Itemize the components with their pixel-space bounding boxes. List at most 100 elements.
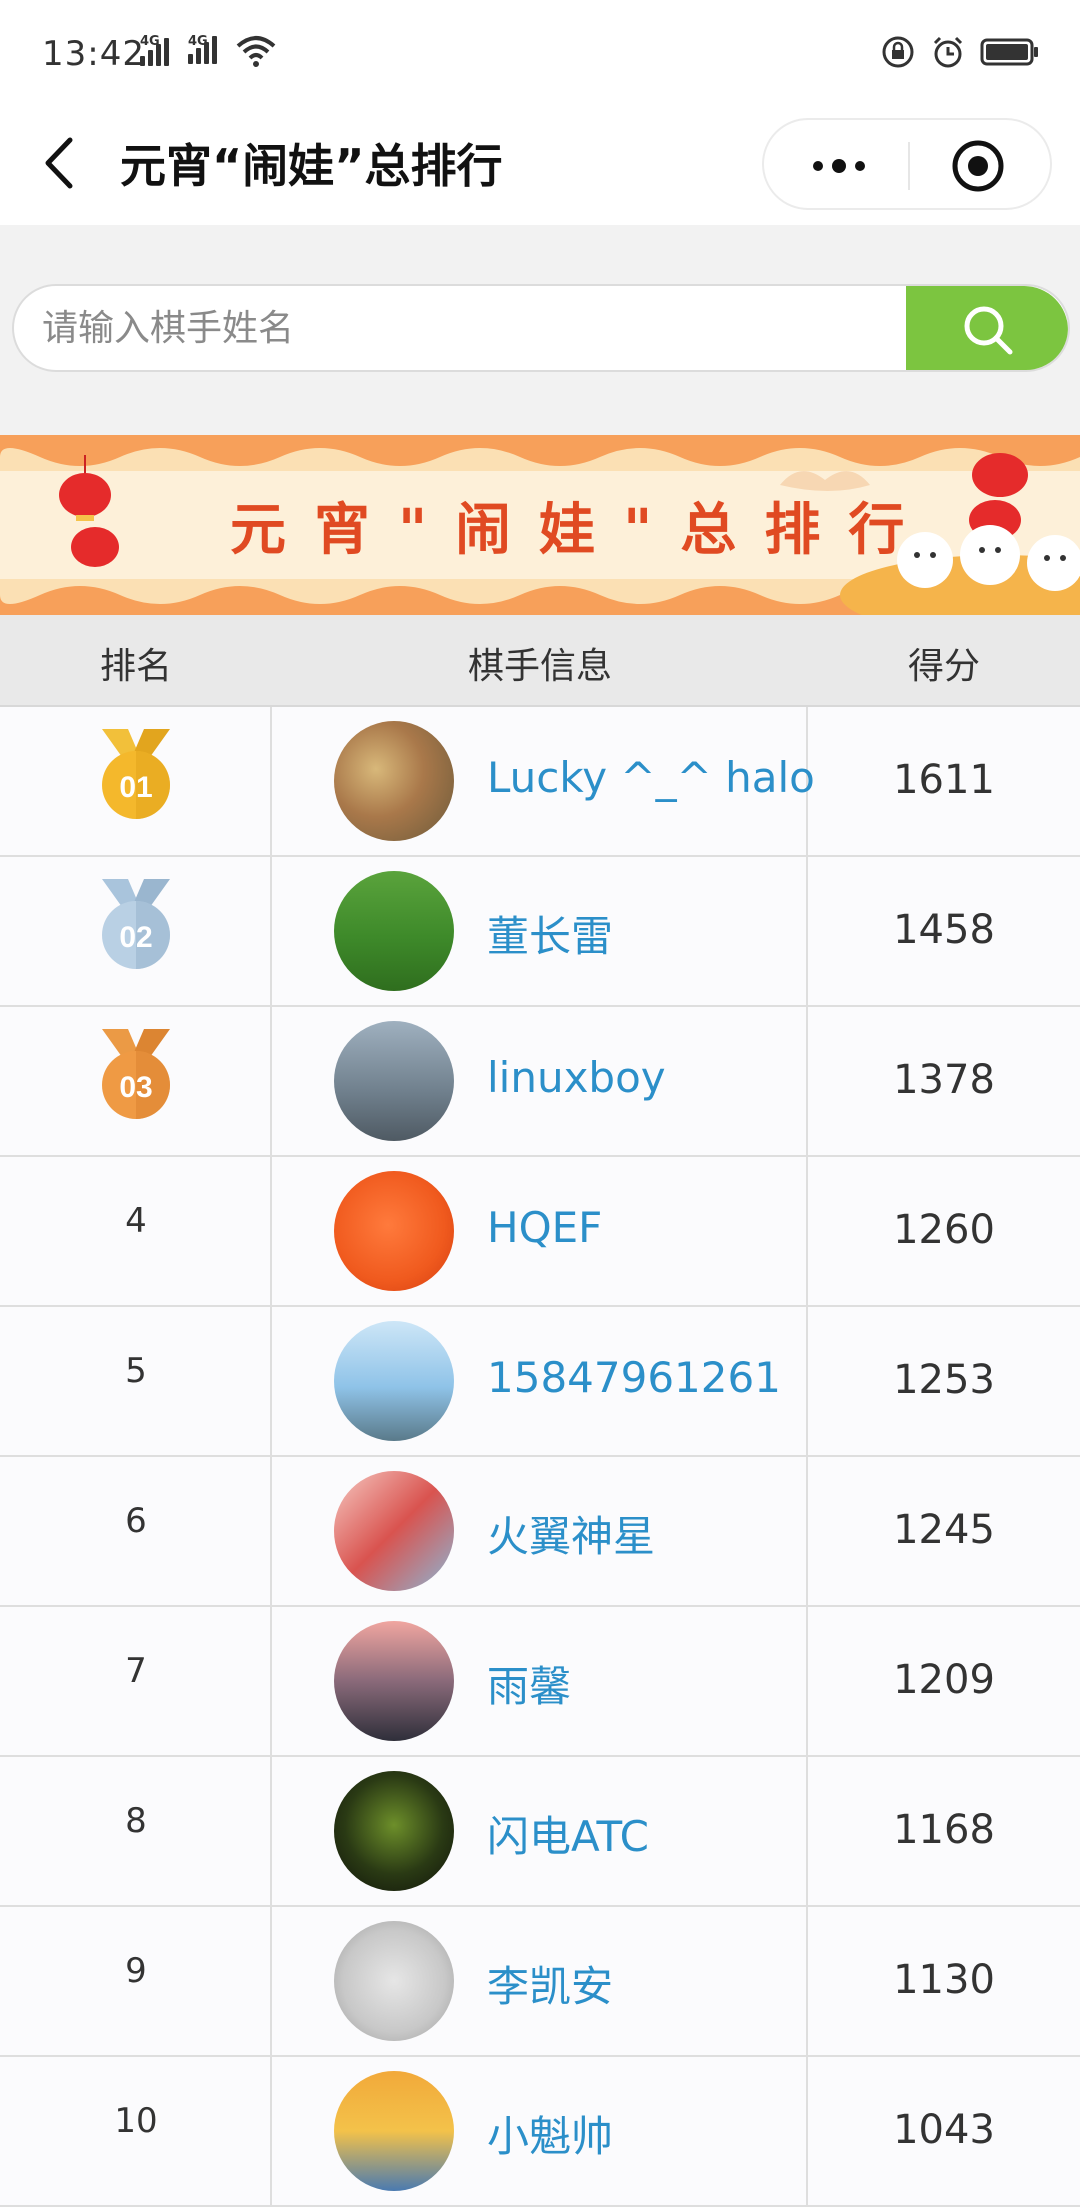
rank-number: 4 bbox=[125, 1201, 147, 1241]
search-bar bbox=[12, 284, 1070, 372]
score-cell: 1260 bbox=[808, 1157, 1080, 1305]
player-name[interactable]: 15847961261 bbox=[487, 1353, 781, 1402]
avatar[interactable] bbox=[334, 721, 454, 841]
score-cell: 1168 bbox=[808, 1757, 1080, 1905]
page-title: 元宵“闹娃”总排行 bbox=[120, 139, 503, 193]
player-cell: 雨馨 bbox=[272, 1607, 808, 1755]
rank-cell: 7 bbox=[0, 1607, 272, 1755]
rank-cell: 02 bbox=[0, 857, 272, 1005]
rank-cell: 01 bbox=[0, 707, 272, 855]
ranking-table: 01 Lucky ^_^ halo 1611 02 董长雷 1458 03 linuxboy 1… bbox=[0, 707, 1080, 2207]
rank-cell: 6 bbox=[0, 1457, 272, 1605]
player-cell: Lucky ^_^ halo bbox=[272, 707, 815, 855]
nav-bar: 元宵“闹娃”总排行 bbox=[0, 110, 1080, 225]
medal-rank-label: 02 bbox=[119, 921, 152, 954]
target-close-icon bbox=[952, 140, 1004, 192]
network-label-2: 4G bbox=[188, 34, 208, 49]
player-cell: 董长雷 bbox=[272, 857, 808, 1005]
score-value: 1253 bbox=[893, 1357, 995, 1403]
table-row[interactable]: 5 15847961261 1253 bbox=[0, 1307, 1080, 1457]
avatar[interactable] bbox=[334, 2071, 454, 2191]
player-name[interactable]: Lucky ^_^ halo bbox=[487, 753, 815, 802]
more-button[interactable] bbox=[794, 140, 884, 192]
avatar[interactable] bbox=[334, 1171, 454, 1291]
rank-cell: 10 bbox=[0, 2057, 272, 2205]
score-value: 1611 bbox=[893, 757, 995, 803]
signal-icon-2: 4G bbox=[188, 34, 217, 64]
player-name[interactable]: 李凯安 bbox=[487, 1953, 613, 2014]
table-row[interactable]: 01 Lucky ^_^ halo 1611 bbox=[0, 707, 1080, 857]
avatar[interactable] bbox=[334, 871, 454, 991]
banner-title: 元宵"闹娃"总排行 bbox=[230, 497, 933, 563]
event-banner: 元宵"闹娃"总排行 bbox=[0, 435, 1080, 615]
table-header: 排名 棋手信息 得分 bbox=[0, 615, 1080, 707]
player-name[interactable]: 闪电ATC bbox=[487, 1803, 649, 1864]
close-button[interactable] bbox=[950, 138, 1006, 194]
rank-cell: 03 bbox=[0, 1007, 272, 1155]
rank-number: 7 bbox=[125, 1651, 147, 1691]
table-row[interactable]: 8 闪电ATC 1168 bbox=[0, 1757, 1080, 1907]
avatar[interactable] bbox=[334, 1621, 454, 1741]
medal-icon: 02 bbox=[102, 879, 170, 969]
score-value: 1378 bbox=[893, 1057, 995, 1103]
player-cell: 李凯安 bbox=[272, 1907, 808, 2055]
score-value: 1043 bbox=[893, 2107, 995, 2153]
score-cell: 1209 bbox=[808, 1607, 1080, 1755]
search-input[interactable] bbox=[40, 286, 900, 370]
rank-number: 6 bbox=[125, 1501, 147, 1541]
score-cell: 1043 bbox=[808, 2057, 1080, 2205]
table-row[interactable]: 6 火翼神星 1245 bbox=[0, 1457, 1080, 1607]
rank-cell: 8 bbox=[0, 1757, 272, 1905]
score-cell: 1458 bbox=[808, 857, 1080, 1005]
player-cell: 火翼神星 bbox=[272, 1457, 808, 1605]
medal-icon: 03 bbox=[102, 1029, 170, 1119]
medal-rank-label: 01 bbox=[119, 771, 152, 804]
rank-cell: 5 bbox=[0, 1307, 272, 1455]
score-cell: 1245 bbox=[808, 1457, 1080, 1605]
network-label-1: 4G bbox=[140, 34, 160, 49]
medal-icon: 01 bbox=[102, 729, 170, 819]
capsule-divider bbox=[908, 142, 910, 190]
table-row[interactable]: 02 董长雷 1458 bbox=[0, 857, 1080, 1007]
rotation-lock-icon bbox=[882, 36, 914, 68]
rank-cell: 4 bbox=[0, 1157, 272, 1305]
player-name[interactable]: HQEF bbox=[487, 1203, 602, 1252]
score-value: 1260 bbox=[893, 1207, 995, 1253]
table-row[interactable]: 9 李凯安 1130 bbox=[0, 1907, 1080, 2057]
battery-icon bbox=[980, 38, 1038, 66]
rank-number: 8 bbox=[125, 1801, 147, 1841]
score-cell: 1253 bbox=[808, 1307, 1080, 1455]
signal-icon-1: 4G bbox=[140, 34, 169, 66]
search-button[interactable] bbox=[906, 286, 1068, 370]
avatar[interactable] bbox=[334, 1321, 454, 1441]
player-cell: 小魁帅 bbox=[272, 2057, 808, 2205]
rank-cell: 9 bbox=[0, 1907, 272, 2055]
score-value: 1130 bbox=[893, 1957, 995, 2003]
table-row[interactable]: 7 雨馨 1209 bbox=[0, 1607, 1080, 1757]
avatar[interactable] bbox=[334, 1021, 454, 1141]
header-rank: 排名 bbox=[99, 646, 172, 687]
back-button[interactable] bbox=[32, 128, 92, 198]
rank-number: 5 bbox=[125, 1351, 147, 1391]
player-name[interactable]: 火翼神星 bbox=[487, 1503, 655, 1564]
player-name[interactable]: linuxboy bbox=[487, 1053, 666, 1102]
player-name[interactable]: 小魁帅 bbox=[487, 2103, 613, 2164]
chevron-left-icon bbox=[45, 137, 73, 189]
score-cell: 1611 bbox=[808, 707, 1080, 855]
score-cell: 1130 bbox=[808, 1907, 1080, 2055]
table-row[interactable]: 03 linuxboy 1378 bbox=[0, 1007, 1080, 1157]
player-name[interactable]: 雨馨 bbox=[487, 1653, 571, 1714]
status-time: 13:42 bbox=[42, 34, 145, 74]
medal-rank-label: 03 bbox=[119, 1071, 152, 1104]
table-row[interactable]: 10 小魁帅 1043 bbox=[0, 2057, 1080, 2207]
score-cell: 1378 bbox=[808, 1007, 1080, 1155]
player-cell: 15847961261 bbox=[272, 1307, 808, 1455]
player-name[interactable]: 董长雷 bbox=[487, 903, 613, 964]
table-row[interactable]: 4 HQEF 1260 bbox=[0, 1157, 1080, 1307]
avatar[interactable] bbox=[334, 1471, 454, 1591]
alarm-icon bbox=[933, 36, 963, 68]
player-cell: linuxboy bbox=[272, 1007, 808, 1155]
avatar[interactable] bbox=[334, 1921, 454, 2041]
score-value: 1168 bbox=[893, 1807, 995, 1853]
avatar[interactable] bbox=[334, 1771, 454, 1891]
